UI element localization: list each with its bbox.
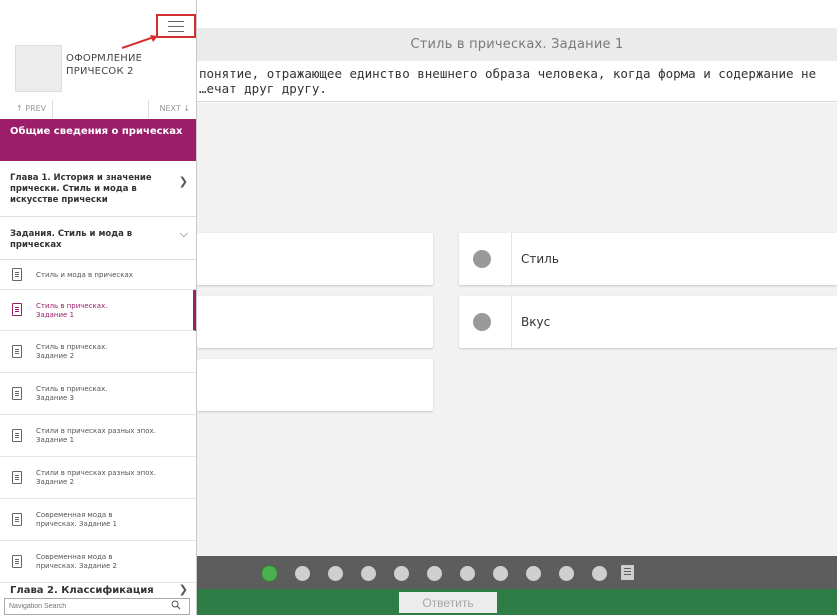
answer-area: Стиль Вкус: [197, 103, 837, 556]
chapter-1-link[interactable]: Глава 1. История и значение прически. Ст…: [0, 161, 196, 217]
left-answer-card-1[interactable]: [197, 233, 433, 285]
page-title: Стиль в прическах. Задание 1: [410, 37, 624, 52]
radio-button[interactable]: [473, 250, 491, 268]
chevron-down-icon: ⌵: [179, 227, 188, 240]
question-text: понятие, отражающее единство внешнего об…: [197, 62, 837, 102]
pager-dot-4[interactable]: [361, 566, 376, 581]
chapter-1-label: Глава 1. История и значение прически. Ст…: [10, 173, 152, 205]
page-icon: [12, 513, 22, 526]
prev-link[interactable]: ↑ PREV: [16, 104, 46, 113]
title-bar: Стиль в прическах. Задание 1: [197, 28, 837, 61]
sidebar: ОФОРМЛЕНИЕ ПРИЧЕСОК 2 ↑ PREV NEXT ↓ Общи…: [0, 0, 197, 615]
page-icon: [12, 303, 22, 316]
nav-item[interactable]: Стиль в прическах. Задание 3: [0, 373, 196, 415]
nav-item[interactable]: Стили в прическах разных эпох. Задание 1: [0, 415, 196, 457]
section-general-info[interactable]: Общие сведения о прическах: [0, 119, 196, 161]
radio-button[interactable]: [473, 313, 491, 331]
pager-dot-11[interactable]: [592, 566, 607, 581]
nav-item[interactable]: Современная мода в прическах. Задание 1: [0, 499, 196, 541]
divider: [52, 100, 53, 118]
tasks-group-label: Задания. Стиль и мода в прическах: [10, 229, 133, 250]
answer-option-style[interactable]: Стиль: [459, 233, 837, 285]
pager-dot-8[interactable]: [493, 566, 508, 581]
pager-dot-3[interactable]: [328, 566, 343, 581]
question-pager: [197, 556, 837, 589]
nav-item[interactable]: Стили в прическах разных эпох. Задание 2: [0, 457, 196, 499]
pager-dot-5[interactable]: [394, 566, 409, 581]
page-icon: [12, 429, 22, 442]
divider: [148, 100, 149, 118]
nav-item[interactable]: Современная мода в прическах. Задание 2: [0, 541, 196, 583]
answer-label: Стиль: [521, 252, 559, 266]
pager-dot-10[interactable]: [559, 566, 574, 581]
divider: [511, 296, 512, 348]
page-icon: [12, 345, 22, 358]
page-icon: [12, 387, 22, 400]
menu-bar: [168, 31, 184, 32]
tasks-group-toggle[interactable]: Задания. Стиль и мода в прическах ⌵: [0, 217, 196, 260]
chapter-2-link[interactable]: Глава 2. Классификация ❯: [0, 583, 196, 598]
chevron-right-icon: ❯: [178, 175, 188, 188]
hamburger-menu-button[interactable]: [156, 14, 196, 38]
next-link[interactable]: NEXT ↓: [159, 104, 190, 113]
pager-dot-6[interactable]: [427, 566, 442, 581]
page-icon: [12, 268, 22, 281]
course-title: ОФОРМЛЕНИЕ ПРИЧЕСОК 2: [66, 53, 143, 77]
pager-dot-7[interactable]: [460, 566, 475, 581]
page-icon: [12, 471, 22, 484]
left-answer-card-3[interactable]: [197, 359, 433, 411]
nav-item-label: Современная мода в прическах. Задание 1: [36, 511, 117, 528]
prev-next-nav: ↑ PREV NEXT ↓: [8, 100, 190, 118]
annotation-arrow-icon: [121, 35, 158, 49]
nav-item[interactable]: Стиль в прическах. Задание 2: [0, 331, 196, 373]
pager-dot-2[interactable]: [295, 566, 310, 581]
nav-item-label: Стили в прическах разных эпох. Задание 2: [36, 469, 156, 486]
chapter-2-label: Глава 2. Классификация: [10, 585, 154, 596]
pager-dot-9[interactable]: [526, 566, 541, 581]
menu-bar: [168, 26, 184, 27]
answer-option-taste[interactable]: Вкус: [459, 296, 837, 348]
divider: [511, 233, 512, 285]
nav-item[interactable]: Стиль и мода в прическах: [0, 260, 196, 290]
chevron-right-icon: ❯: [178, 583, 188, 596]
submit-answer-button[interactable]: Ответить: [399, 592, 497, 613]
left-answer-card-2[interactable]: [197, 296, 433, 348]
nav-item-active[interactable]: Стиль в прическах. Задание 1: [0, 290, 196, 331]
menu-bar: [168, 21, 184, 22]
summary-page-icon[interactable]: [621, 565, 634, 580]
page-icon: [12, 555, 22, 568]
nav-item-label: Современная мода в прическах. Задание 2: [36, 553, 117, 570]
answer-label: Вкус: [521, 315, 551, 329]
nav-item-label: Стиль в прическах. Задание 3: [36, 385, 108, 402]
nav-item-label: Стиль и мода в прическах: [36, 271, 133, 279]
navigation-search: [4, 598, 190, 615]
nav-item-label: Стиль в прическах. Задание 2: [36, 343, 108, 360]
nav-item-label: Стили в прическах разных эпох. Задание 1: [36, 427, 156, 444]
pager-dot-1[interactable]: [262, 566, 277, 581]
nav-item-label: Стиль в прическах. Задание 1: [36, 302, 108, 319]
navigation-search-input[interactable]: [9, 601, 159, 612]
course-logo: [15, 45, 62, 92]
search-icon[interactable]: [171, 600, 181, 610]
footer-bar: Ответить: [197, 589, 837, 615]
top-bar: [197, 0, 837, 29]
